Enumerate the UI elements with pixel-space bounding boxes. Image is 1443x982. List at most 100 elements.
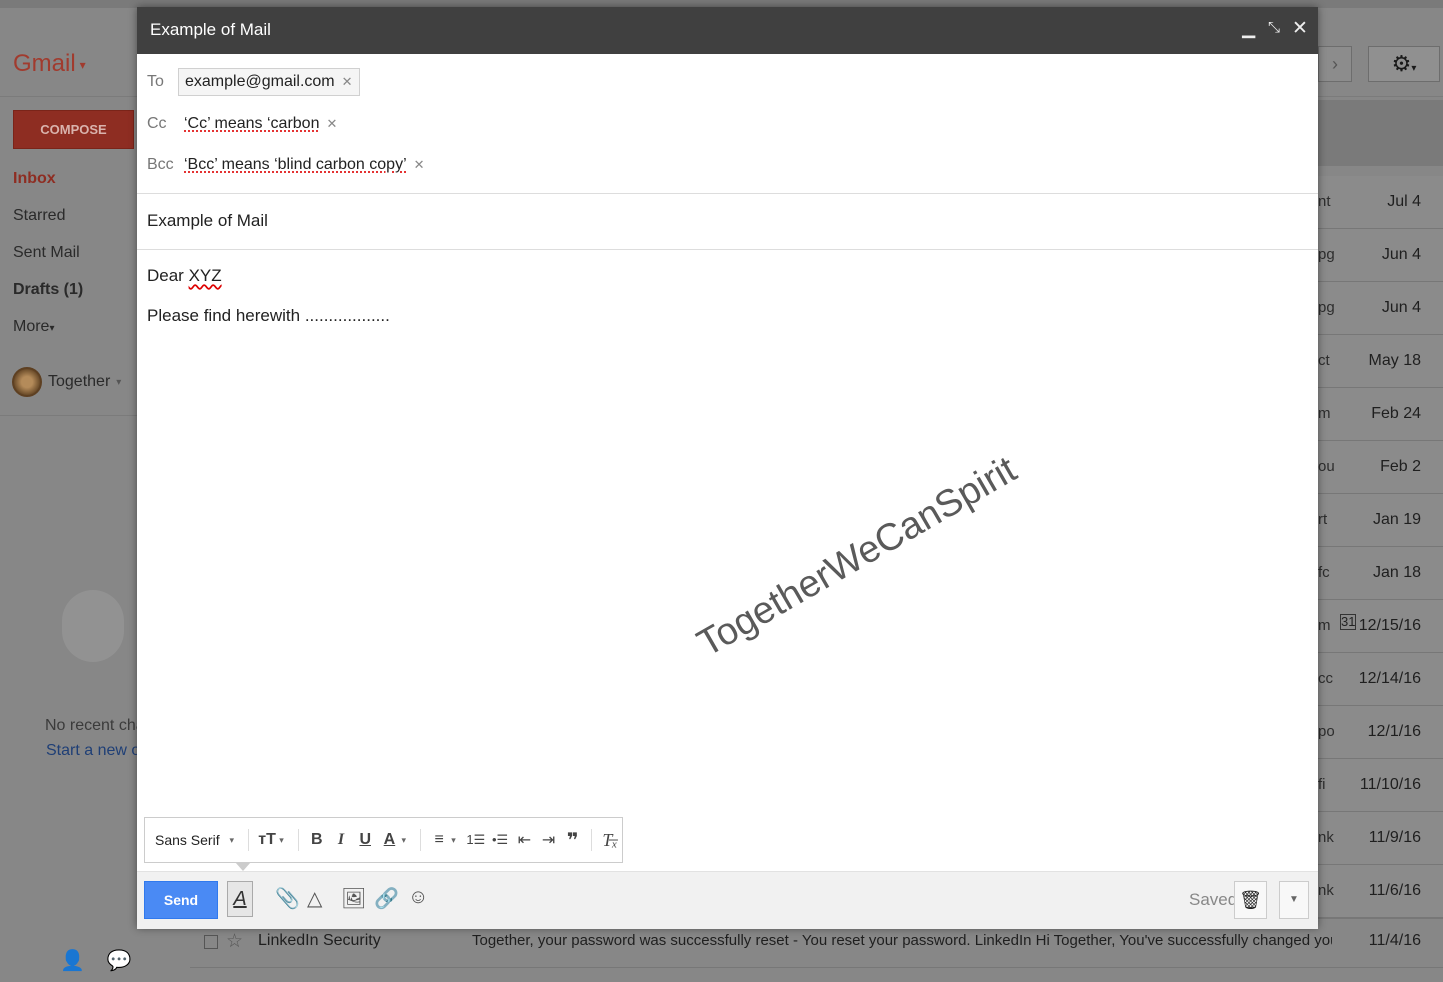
chevron-down-icon: ▾ — [1411, 63, 1417, 74]
more-options-chevron-down-icon[interactable]: ▼ — [1279, 881, 1309, 919]
quote-icon[interactable]: ❞ — [561, 828, 585, 853]
remove-formatting-icon[interactable]: T̶ₓ — [598, 830, 622, 851]
text-color-icon[interactable]: A — [377, 831, 401, 849]
remove-recipient-icon[interactable]: ✕ — [414, 157, 425, 172]
row-date: 11/4/16 — [1368, 932, 1421, 949]
indent-less-icon[interactable]: ⇤ — [512, 830, 536, 850]
row-date: 11/9/16 — [1368, 829, 1421, 846]
body-greeting[interactable]: Dear XYZ — [147, 266, 222, 286]
row-sender: LinkedIn Security — [258, 932, 381, 949]
row-date: Jan 18 — [1372, 564, 1421, 581]
font-family-select[interactable]: Sans Serif — [145, 832, 230, 848]
row-snippet: Together, your password was successfully… — [472, 932, 1332, 949]
toolbar-separator — [248, 829, 249, 851]
table-row[interactable]: ct May 18 — [1318, 335, 1443, 388]
table-row[interactable]: rt Jan 19 — [1318, 494, 1443, 547]
to-recipient-chip[interactable]: example@gmail.com ✕ — [178, 68, 360, 96]
italic-icon[interactable]: I — [329, 831, 353, 849]
row-date: May 18 — [1368, 352, 1421, 369]
send-button[interactable]: Send — [144, 881, 218, 919]
gear-icon[interactable]: ⚙▾ — [1368, 46, 1440, 82]
row-snippet-fragment: ct — [1318, 352, 1330, 369]
table-row[interactable]: fc Jan 18 — [1318, 547, 1443, 600]
sidebar-item-more[interactable]: More▾ — [13, 316, 138, 353]
table-row[interactable]: cc 12/14/16 — [1318, 653, 1443, 706]
toolbar-separator — [297, 829, 299, 851]
row-snippet-fragment: pg — [1318, 246, 1335, 263]
table-row[interactable]: nt Jul 4 — [1318, 176, 1443, 229]
link-icon[interactable]: 🔗 — [374, 886, 399, 911]
minimize-icon[interactable]: ▁ — [1242, 19, 1255, 39]
bcc-recipient: ‘Bcc’ means ‘blind carbon copy’ — [184, 156, 407, 173]
subject-field[interactable]: Example of Mail — [147, 211, 268, 231]
compose-button[interactable]: COMPOSE — [13, 110, 134, 149]
photo-icon[interactable]: 🖼 — [341, 886, 366, 911]
sidebar-nav: Inbox Starred Sent Mail Drafts (1) More▾ — [13, 168, 138, 353]
remove-recipient-icon[interactable]: ✕ — [326, 116, 337, 131]
chevron-right-icon[interactable]: › — [1318, 46, 1352, 82]
table-row[interactable]: fi 11/10/16 — [1318, 759, 1443, 812]
row-checkbox[interactable] — [204, 935, 218, 949]
cc-recipient-chip[interactable]: ‘Cc’ means ‘carbon ✕ — [184, 115, 337, 133]
recipients-divider — [137, 193, 1318, 194]
underline-icon[interactable]: U — [353, 831, 377, 849]
sidebar-item-inbox[interactable]: Inbox — [13, 168, 138, 205]
mail-list: nt Jul 4 pg Jun 4 pg Jun 4 ct May 18 m Feb 24… — [1318, 176, 1443, 918]
saved-status: Saved — [1189, 890, 1238, 909]
compose-titlebar[interactable]: Example of Mail ▁ ⤡ ✕ — [137, 7, 1318, 54]
table-row[interactable]: pg Jun 4 — [1318, 229, 1443, 282]
row-snippet-fragment: fi — [1318, 776, 1326, 793]
star-icon[interactable]: ☆ — [226, 930, 243, 953]
chevron-down-icon: ▾ — [229, 834, 235, 845]
cc-recipient: ‘Cc’ means ‘carbon — [184, 115, 320, 132]
numbered-list-icon[interactable]: 1☰ — [464, 832, 488, 848]
body-line[interactable]: Please find herewith .................. — [147, 306, 390, 326]
table-row[interactable]: nk 11/6/16 — [1318, 865, 1443, 918]
chevron-down-icon: ▾ — [279, 834, 284, 845]
bulleted-list-icon[interactable]: •☰ — [488, 832, 512, 848]
sidebar-item-sent[interactable]: Sent Mail — [13, 242, 138, 279]
table-row[interactable]: ou Feb 2 — [1318, 441, 1443, 494]
account-switcher[interactable]: Together ▾ — [12, 367, 121, 397]
table-row[interactable]: po 12/1/16 — [1318, 706, 1443, 759]
bcc-label: Bcc — [147, 156, 174, 173]
table-row[interactable]: pg Jun 4 — [1318, 282, 1443, 335]
paperclip-icon[interactable]: 📎 — [275, 886, 300, 911]
bcc-recipient-chip[interactable]: ‘Bcc’ means ‘blind carbon copy’ ✕ — [184, 156, 425, 174]
popout-icon[interactable]: ⤡ — [1268, 19, 1280, 36]
calendar-icon: 31 — [1340, 614, 1356, 630]
chevron-down-icon: ▾ — [451, 834, 456, 845]
row-date: Jul 4 — [1387, 193, 1421, 210]
sidebar-divider — [0, 415, 137, 416]
indent-more-icon[interactable]: ⇥ — [536, 830, 560, 850]
row-date: 11/6/16 — [1368, 882, 1421, 899]
font-size-icon[interactable]: ᴛT — [255, 831, 279, 849]
row-snippet-fragment: ou — [1318, 458, 1335, 475]
close-icon[interactable]: ✕ — [1292, 17, 1308, 40]
sidebar-item-starred[interactable]: Starred — [13, 205, 138, 242]
compose-bottom-bar: Send A 📎 △ 🖼 🔗 ☺ Saved 🗑 ▼ — [137, 871, 1318, 929]
bold-icon[interactable]: B — [305, 831, 329, 849]
emoji-icon[interactable]: ☺ — [408, 886, 428, 909]
align-icon[interactable]: ≡ — [427, 831, 451, 849]
chevron-down-icon: ▾ — [79, 57, 86, 72]
gmail-logo[interactable]: Gmail ▾ — [13, 50, 86, 78]
row-snippet-fragment: nt — [1318, 193, 1331, 210]
row-snippet-fragment: po — [1318, 723, 1335, 740]
avatar — [12, 367, 42, 397]
row-snippet-fragment: cc — [1318, 670, 1333, 687]
formatting-options-icon[interactable]: A — [227, 881, 253, 917]
sidebar-item-drafts[interactable]: Drafts (1) — [13, 279, 138, 316]
table-row[interactable]: nk 11/9/16 — [1318, 812, 1443, 865]
row-snippet-fragment: m — [1318, 405, 1331, 422]
person-icon[interactable]: 👤 — [60, 948, 85, 973]
cc-label: Cc — [147, 115, 167, 132]
table-row[interactable]: m Feb 24 — [1318, 388, 1443, 441]
trash-icon[interactable]: 🗑 — [1234, 881, 1267, 919]
subject-divider — [137, 249, 1318, 250]
remove-recipient-icon[interactable]: ✕ — [342, 74, 353, 89]
table-row[interactable]: m 31 12/15/16 — [1318, 600, 1443, 653]
hangouts-chat-icon[interactable]: 💬 — [107, 948, 132, 973]
row-snippet-fragment: rt — [1318, 511, 1328, 528]
drive-icon[interactable]: △ — [307, 886, 322, 911]
